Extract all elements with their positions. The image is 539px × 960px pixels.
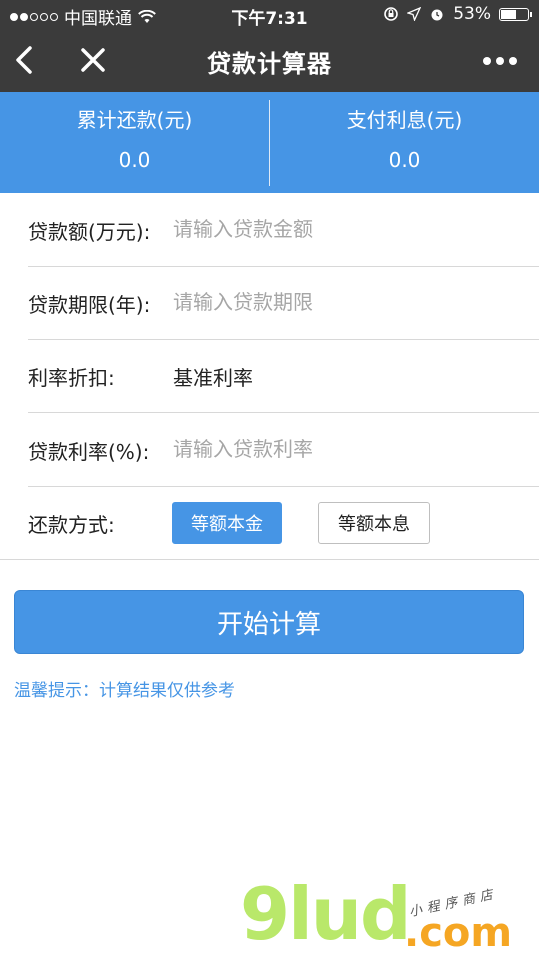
tip-text: 温馨提示：计算结果仅供参考: [14, 681, 235, 701]
rate-discount-label: 利率折扣:: [28, 366, 115, 390]
status-right: 53%: [383, 4, 532, 24]
total-repayment-block: 累计还款(元) 0.0: [0, 92, 269, 193]
summary-panel: 累计还款(元) 0.0 支付利息(元) 0.0: [0, 92, 539, 193]
rate-discount-value[interactable]: 基准利率: [173, 362, 253, 391]
battery-icon: [499, 7, 532, 21]
loan-rate-input[interactable]: [173, 434, 503, 464]
equal-installment-button[interactable]: 等额本息: [318, 502, 430, 544]
loan-amount-label: 贷款额(万元):: [28, 220, 151, 244]
loan-term-label: 贷款期限(年):: [28, 293, 151, 317]
loan-amount-input[interactable]: [173, 214, 503, 244]
loan-term-row: 贷款期限(年):: [28, 267, 539, 339]
total-repayment-value: 0.0: [118, 148, 151, 172]
more-options-icon[interactable]: [483, 50, 523, 72]
interest-block: 支付利息(元) 0.0: [270, 92, 539, 193]
location-arrow-icon: [407, 7, 422, 21]
battery-percent: 53%: [453, 4, 491, 24]
page-title: 贷款计算器: [207, 50, 332, 78]
loan-rate-row: 贷款利率(%):: [28, 414, 539, 486]
loan-amount-row: 贷款额(万元):: [28, 194, 539, 266]
status-bar: 中国联通 下午7:31 53%: [0, 0, 539, 30]
loan-term-input[interactable]: [173, 287, 503, 317]
watermark-domain: .com: [404, 910, 513, 956]
alarm-icon: [431, 9, 443, 21]
total-repayment-label: 累计还款(元): [76, 108, 193, 132]
watermark-logo: 9lud 小程序商店 .com: [238, 872, 538, 960]
nav-bar: 贷款计算器: [0, 30, 539, 92]
interest-value: 0.0: [388, 148, 421, 172]
equal-principal-button[interactable]: 等额本金: [172, 502, 282, 544]
divider: [0, 559, 539, 560]
start-calculation-button[interactable]: 开始计算: [14, 590, 524, 654]
divider: [28, 412, 539, 413]
repayment-method-label: 还款方式:: [28, 513, 115, 537]
repayment-method-row: 还款方式:: [28, 487, 539, 559]
loan-rate-label: 贷款利率(%):: [28, 440, 150, 464]
rate-discount-row[interactable]: 利率折扣: 基准利率: [28, 340, 539, 412]
interest-label: 支付利息(元): [346, 108, 463, 132]
rotation-lock-icon: [384, 7, 399, 21]
watermark-brand: 9lud: [240, 872, 412, 956]
